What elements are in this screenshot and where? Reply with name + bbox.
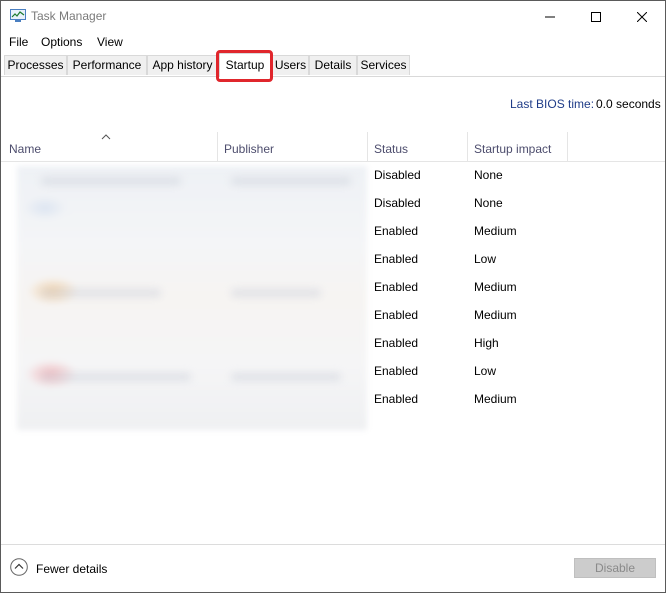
task-manager-window: Task Manager File Options View Processes… (0, 0, 666, 593)
disable-button[interactable]: Disable (574, 558, 656, 578)
bios-time-value: 0.0 seconds (596, 97, 661, 111)
column-resize-handle[interactable] (467, 132, 468, 161)
tab-processes[interactable]: Processes (4, 55, 67, 75)
menu-view[interactable]: View (97, 35, 123, 49)
minimize-icon (545, 16, 555, 17)
column-resize-handle[interactable] (217, 132, 218, 161)
startup-row[interactable]: Enabled Low (1, 246, 665, 274)
tab-users[interactable]: Users (272, 55, 309, 75)
column-header-startup-impact[interactable]: Startup impact (474, 142, 551, 156)
startup-row[interactable]: Enabled High (1, 330, 665, 358)
tab-performance[interactable]: Performance (67, 55, 147, 75)
minimize-button[interactable] (527, 1, 573, 32)
column-header-status[interactable]: Status (374, 142, 408, 156)
title-bar[interactable]: Task Manager (1, 1, 665, 32)
maximize-button[interactable] (573, 1, 619, 32)
status-cell: Enabled (374, 308, 419, 322)
maximize-icon (591, 11, 601, 22)
close-button[interactable] (619, 1, 665, 32)
startup-tab-highlight (216, 50, 273, 82)
impact-cell: Medium (474, 224, 517, 238)
task-manager-app-icon (10, 9, 26, 22)
status-cell: Enabled (374, 280, 419, 294)
impact-cell: Medium (474, 280, 517, 294)
status-cell: Enabled (374, 364, 419, 378)
close-icon (637, 11, 647, 22)
startup-row[interactable]: Disabled None (1, 190, 665, 218)
bios-time-label: Last BIOS time: (510, 97, 595, 111)
tab-services[interactable]: Services (357, 55, 410, 75)
tab-strip: Processes Performance App history Startu… (1, 53, 665, 77)
startup-row[interactable]: Enabled Medium (1, 302, 665, 330)
sort-ascending-icon (101, 134, 111, 140)
status-cell: Enabled (374, 392, 419, 406)
startup-row[interactable]: Enabled Medium (1, 274, 665, 302)
column-resize-handle[interactable] (367, 132, 368, 161)
impact-cell: None (474, 168, 503, 182)
tab-details[interactable]: Details (309, 55, 357, 75)
fewer-details-link[interactable]: Fewer details (36, 562, 107, 576)
status-cell: Enabled (374, 252, 419, 266)
column-header-publisher[interactable]: Publisher (224, 142, 274, 156)
footer-divider (1, 544, 665, 545)
status-cell: Enabled (374, 336, 419, 350)
status-cell: Disabled (374, 168, 421, 182)
menu-bar: File Options View (1, 32, 665, 52)
impact-cell: None (474, 196, 503, 210)
startup-row[interactable]: Enabled Low (1, 358, 665, 386)
impact-cell: Medium (474, 308, 517, 322)
chevron-up-circle-icon[interactable] (10, 558, 28, 576)
menu-file[interactable]: File (9, 35, 28, 49)
window-title: Task Manager (31, 9, 107, 23)
startup-row[interactable]: Enabled Medium (1, 386, 665, 414)
impact-cell: High (474, 336, 499, 350)
status-cell: Enabled (374, 224, 419, 238)
tab-divider (1, 76, 665, 77)
impact-cell: Low (474, 364, 497, 378)
startup-row[interactable]: Enabled Medium (1, 218, 665, 246)
column-header-row: Name Publisher Status Startup impact (1, 132, 665, 162)
column-resize-handle[interactable] (567, 132, 568, 161)
menu-options[interactable]: Options (41, 35, 82, 49)
status-cell: Disabled (374, 196, 421, 210)
startup-row[interactable]: Disabled None (1, 162, 665, 190)
tab-app-history[interactable]: App history (147, 55, 218, 75)
column-header-name[interactable]: Name (9, 142, 41, 156)
impact-cell: Low (474, 252, 497, 266)
impact-cell: Medium (474, 392, 517, 406)
